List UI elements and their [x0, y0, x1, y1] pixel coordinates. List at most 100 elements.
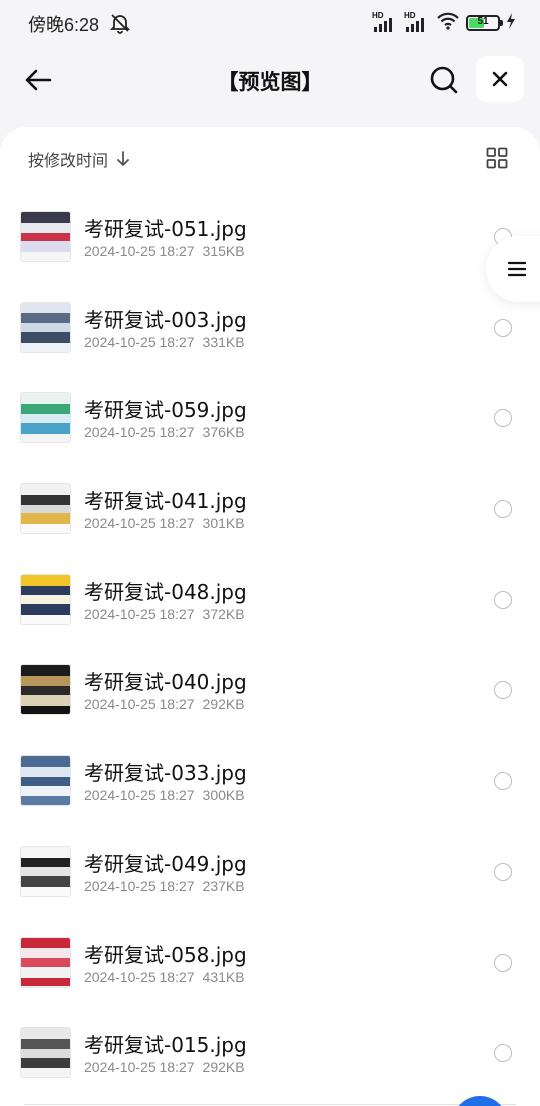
file-meta: 2024-10-25 18:27 372KB [84, 606, 245, 622]
select-radio[interactable] [494, 772, 512, 791]
status-bar: 傍晚6:28 HD HD 51 [0, 0, 540, 46]
thumbnail-band [21, 524, 70, 534]
select-radio[interactable] [494, 318, 512, 337]
file-thumbnail [20, 664, 71, 716]
cellular-signal-icon: HD [404, 11, 430, 32]
thumbnail-band [21, 686, 70, 695]
thumbnail-band [21, 313, 70, 324]
select-radio[interactable] [494, 681, 512, 700]
file-meta: 2024-10-25 18:27 300KB [84, 787, 245, 803]
file-date: 2024-10-25 18:27 [84, 787, 195, 804]
file-date: 2024-10-25 18:27 [84, 424, 195, 441]
thumbnail-band [21, 332, 70, 343]
file-name: 考研复试-048.jpg [84, 579, 247, 604]
thumbnail-band [21, 393, 70, 405]
thumbnail-band [21, 937, 70, 949]
thumbnail-band [21, 867, 70, 877]
file-size: 292KB [202, 696, 245, 713]
file-name: 考研复试-003.jpg [84, 307, 247, 332]
thumbnail-band [21, 212, 70, 223]
divider [24, 1104, 516, 1105]
file-thumbnail [20, 483, 71, 535]
close-button[interactable] [476, 56, 524, 102]
sort-control[interactable]: 按修改时间 [28, 147, 130, 171]
thumbnail-band [21, 494, 70, 505]
select-radio[interactable] [494, 590, 512, 609]
file-row[interactable]: 考研复试-003.jpg 2024-10-25 18:27 331KB [0, 296, 540, 387]
file-name: 考研复试-051.jpg [84, 217, 247, 241]
file-name: 考研复试-033.jpg [84, 761, 247, 786]
file-date: 2024-10-25 18:27 [84, 515, 195, 532]
thumbnail-band [21, 604, 70, 615]
thumbnail-band [21, 1057, 70, 1069]
file-meta: 2024-10-25 18:27 301KB [84, 515, 245, 531]
file-row[interactable]: 考研复试-041.jpg 2024-10-25 18:27 301KB [0, 477, 540, 568]
file-date: 2024-10-25 18:27 [84, 877, 195, 894]
thumbnail-band [21, 433, 70, 443]
grid-icon [486, 147, 508, 169]
battery-icon: 51 [466, 15, 503, 31]
file-row[interactable]: 考研复试-015.jpg 2024-10-25 18:27 292KB [0, 1021, 540, 1106]
thumbnail-band [21, 413, 70, 423]
file-size: 301KB [202, 515, 245, 532]
file-meta: 2024-10-25 18:27 431KB [84, 969, 245, 985]
file-meta: 2024-10-25 18:27 331KB [84, 334, 245, 350]
file-row[interactable]: 考研复试-048.jpg 2024-10-25 18:27 372KB [0, 568, 540, 659]
file-row[interactable]: 考研复试-059.jpg 2024-10-25 18:27 376KB [0, 386, 540, 477]
file-size: 315KB [202, 243, 245, 259]
status-indicators: HD HD 51 [372, 11, 516, 34]
thumbnail-band [21, 513, 70, 525]
menu-icon [508, 261, 526, 277]
file-date: 2024-10-25 18:27 [84, 696, 195, 713]
file-row[interactable]: 考研复试-058.jpg 2024-10-25 18:27 431KB [0, 931, 540, 1022]
file-thumbnail [20, 845, 71, 897]
thumbnail-band [21, 886, 70, 896]
battery-level: 51 [477, 16, 489, 27]
thumbnail-band [21, 252, 70, 261]
thumbnail-band [21, 694, 70, 706]
file-row[interactable]: 考研复试-049.jpg 2024-10-25 18:27 237KB [0, 840, 540, 931]
thumbnail-band [21, 232, 70, 242]
select-radio[interactable] [494, 862, 512, 881]
cellular-signal-icon: HD [372, 11, 398, 32]
thumbnail-band [21, 958, 70, 967]
thumbnail-band [21, 484, 70, 495]
file-thumbnail [20, 1027, 71, 1079]
file-thumbnail [20, 936, 71, 988]
file-thumbnail [20, 392, 71, 444]
file-thumbnail [20, 301, 71, 353]
thumbnail-band [21, 1048, 70, 1058]
select-radio[interactable] [494, 1044, 512, 1063]
file-row[interactable]: 考研复试-033.jpg 2024-10-25 18:27 300KB [0, 749, 540, 840]
file-meta: 2024-10-25 18:27 376KB [84, 424, 245, 440]
file-row[interactable]: 考研复试-040.jpg 2024-10-25 18:27 292KB [0, 658, 540, 749]
file-name: 考研复试-041.jpg [84, 489, 247, 514]
thumbnail-band [21, 595, 70, 605]
thumbnail-band [21, 876, 70, 887]
thumbnail-band [21, 1038, 70, 1049]
thumbnail-band [21, 404, 70, 414]
file-thumbnail [20, 755, 71, 807]
thumbnail-band [21, 705, 70, 715]
select-radio[interactable] [494, 500, 512, 519]
search-button[interactable] [424, 60, 464, 100]
file-list-panel: 按修改时间 考研复试-051.jpg 2024-10-25 18:27 315KB… [0, 127, 540, 1106]
file-meta: 2024-10-25 18:27 237KB [84, 878, 245, 894]
thumbnail-band [21, 323, 70, 333]
file-row[interactable]: 考研复试-051.jpg 2024-10-25 18:27 315KB [0, 205, 540, 296]
thumbnail-band [21, 756, 70, 767]
thumbnail-band [21, 1068, 70, 1078]
select-radio[interactable] [494, 953, 512, 972]
select-radio[interactable] [494, 409, 512, 428]
thumbnail-band [21, 342, 70, 352]
thumbnail-band [21, 614, 70, 624]
grid-view-button[interactable] [486, 147, 510, 171]
file-name: 考研复试-058.jpg [84, 942, 247, 967]
thumbnail-band [21, 846, 70, 858]
file-name: 考研复试-049.jpg [84, 851, 247, 876]
thumbnail-band [21, 948, 70, 959]
arrow-down-icon [117, 151, 129, 166]
file-date: 2024-10-25 18:27 [84, 243, 195, 259]
thumbnail-band [21, 766, 70, 777]
thumbnail-band [21, 504, 70, 514]
